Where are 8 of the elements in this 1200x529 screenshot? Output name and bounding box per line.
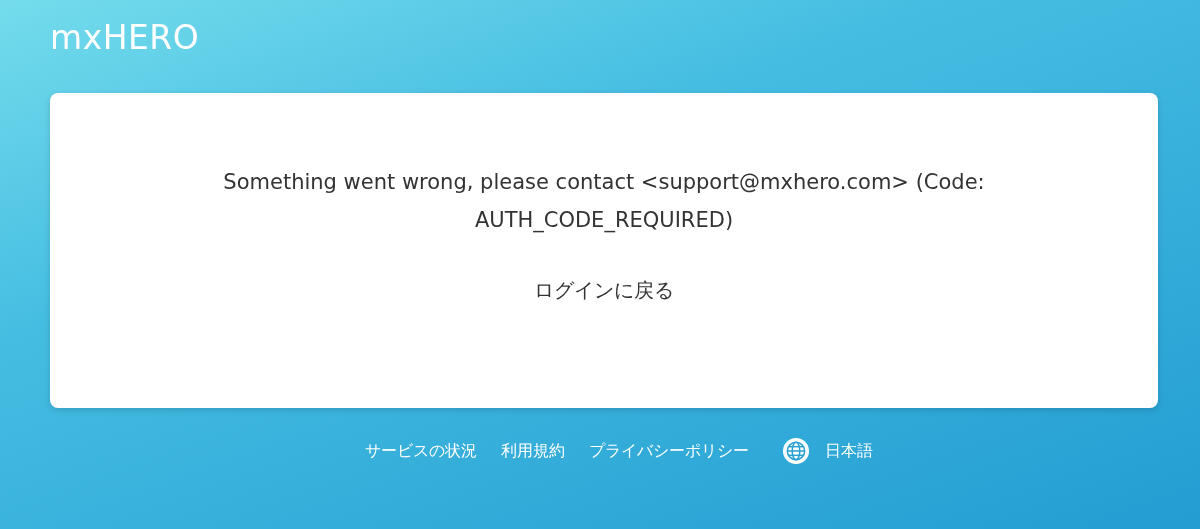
back-to-login-link[interactable]: ログインに戻る bbox=[534, 277, 674, 304]
language-link[interactable]: 日本語 bbox=[825, 440, 873, 462]
footer-link[interactable]: プライバシーポリシー bbox=[589, 440, 749, 462]
error-message: Something went wrong, please contact <support@mxhero.com> (Code: AUTH_CODE_REQUIRED) bbox=[222, 169, 986, 235]
footer-link[interactable]: サービスの状況 bbox=[365, 440, 477, 462]
globe-icon[interactable] bbox=[783, 438, 809, 464]
footer-link[interactable]: 利用規約 bbox=[501, 440, 565, 462]
logo: mxHERO bbox=[50, 18, 200, 57]
